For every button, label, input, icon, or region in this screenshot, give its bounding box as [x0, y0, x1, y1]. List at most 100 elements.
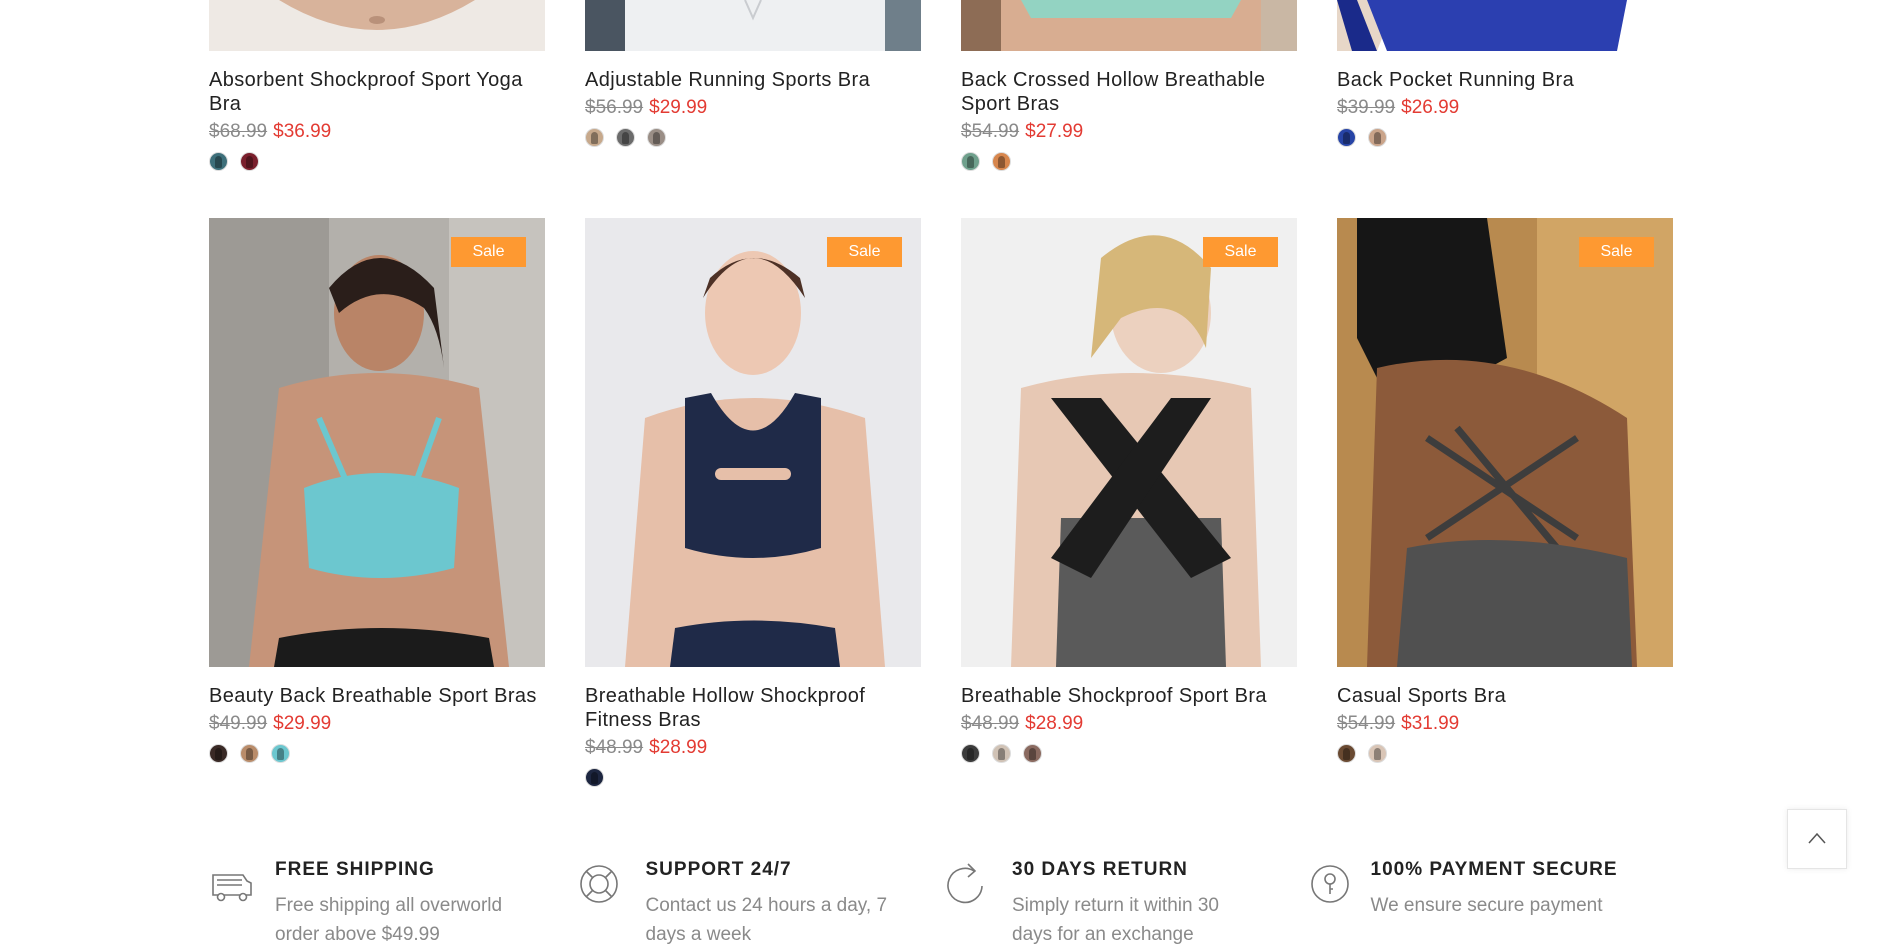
product-grid: Absorbent Shockproof Sport Yoga Bra $68.… [209, 0, 1675, 787]
feature-free-shipping: FREE SHIPPING Free shipping all overworl… [209, 853, 576, 945]
old-price: $48.99 [961, 713, 1020, 734]
price: $54.99 $27.99 [961, 120, 1297, 144]
color-swatch[interactable] [1023, 744, 1042, 763]
price: $68.99 $36.99 [209, 120, 545, 144]
sale-price: $28.99 [1025, 713, 1084, 734]
color-swatch[interactable] [992, 744, 1011, 763]
product-image[interactable]: Sale [961, 218, 1297, 667]
product-card[interactable]: Sale Casual Sports Bra $54.99 $31.99 [1337, 218, 1673, 787]
product-card[interactable]: Sale Breathable Hollow Shockproof Fitnes… [585, 218, 921, 787]
product-image[interactable]: Sale [585, 218, 921, 667]
color-swatch[interactable] [271, 744, 290, 763]
color-swatch[interactable] [585, 128, 604, 147]
lifebuoy-icon [579, 865, 618, 903]
sale-price: $27.99 [1025, 121, 1084, 142]
product-card[interactable]: Absorbent Shockproof Sport Yoga Bra $68.… [209, 0, 545, 171]
product-card[interactable]: Back Pocket Running Bra $39.99 $26.99 [1337, 0, 1673, 171]
product-title[interactable]: Casual Sports Bra [1337, 684, 1673, 708]
color-swatches [1337, 128, 1673, 147]
old-price: $48.99 [585, 737, 644, 758]
product-row-top: Absorbent Shockproof Sport Yoga Bra $68.… [209, 0, 1675, 171]
old-price: $49.99 [209, 713, 268, 734]
sale-price: $31.99 [1401, 713, 1460, 734]
sale-badge: Sale [451, 237, 526, 267]
color-swatch[interactable] [209, 152, 228, 171]
product-image[interactable]: Sale [1337, 218, 1673, 667]
sale-price: $29.99 [273, 713, 332, 734]
color-swatch[interactable] [992, 152, 1011, 171]
price: $49.99 $29.99 [209, 712, 545, 736]
color-swatch[interactable] [1368, 744, 1387, 763]
price: $39.99 $26.99 [1337, 96, 1673, 120]
color-swatch[interactable] [240, 744, 259, 763]
price: $48.99 $28.99 [961, 712, 1297, 736]
feature-title: FREE SHIPPING [275, 859, 435, 880]
sale-price: $28.99 [649, 737, 708, 758]
features-bar: FREE SHIPPING Free shipping all overworl… [209, 853, 1676, 945]
feature-payment: 100% PAYMENT SECURE We ensure secure pay… [1309, 853, 1676, 933]
color-swatch[interactable] [961, 152, 980, 171]
feature-support: SUPPORT 24/7 Contact us 24 hours a day, … [576, 853, 943, 945]
product-title[interactable]: Adjustable Running Sports Bra [585, 68, 921, 92]
sale-badge: Sale [827, 237, 902, 267]
price: $54.99 $31.99 [1337, 712, 1673, 736]
product-title[interactable]: Breathable Shockproof Sport Bra [961, 684, 1297, 708]
feature-description: Simply return it within 30 days for an e… [1012, 895, 1219, 945]
chevron-up-icon [1808, 832, 1826, 844]
product-card[interactable]: Adjustable Running Sports Bra $56.99 $29.… [585, 0, 921, 171]
color-swatch[interactable] [240, 152, 259, 171]
color-swatch[interactable] [209, 744, 228, 763]
color-swatch[interactable] [961, 744, 980, 763]
color-swatches [961, 744, 1297, 763]
product-image[interactable] [209, 0, 545, 51]
product-card[interactable]: Back Crossed Hollow Breathable Sport Bra… [961, 0, 1297, 171]
color-swatches [209, 152, 545, 171]
product-card[interactable]: Sale Breathable Shockproof Sport Bra $48… [961, 218, 1297, 787]
feature-description: Contact us 24 hours a day, 7 days a week [645, 895, 888, 945]
feature-description: Free shipping all overworld order above … [275, 895, 503, 945]
lock-icon [1310, 865, 1349, 903]
sale-price: $29.99 [649, 97, 708, 118]
feature-title: 30 DAYS RETURN [1012, 859, 1188, 880]
product-row: Sale Beauty Back Breathable Sport Bras $… [209, 218, 1673, 787]
color-swatch[interactable] [1337, 744, 1356, 763]
color-swatch[interactable] [647, 128, 666, 147]
color-swatches [585, 128, 921, 147]
product-card[interactable]: Sale Beauty Back Breathable Sport Bras $… [209, 218, 545, 787]
product-image[interactable] [1337, 0, 1673, 51]
feature-title: 100% PAYMENT SECURE [1370, 859, 1618, 880]
feature-description: We ensure secure payment [1370, 895, 1603, 916]
product-title[interactable]: Back Pocket Running Bra [1337, 68, 1673, 92]
color-swatch[interactable] [1337, 128, 1356, 147]
old-price: $56.99 [585, 97, 644, 118]
old-price: $39.99 [1337, 97, 1396, 118]
product-title[interactable]: Absorbent Shockproof Sport Yoga Bra [209, 68, 545, 116]
feature-return: 30 DAYS RETURN Simply return it within 3… [942, 853, 1309, 945]
feature-title: SUPPORT 24/7 [645, 859, 792, 880]
old-price: $54.99 [961, 121, 1020, 142]
color-swatch[interactable] [616, 128, 635, 147]
product-title[interactable]: Back Crossed Hollow Breathable Sport Bra… [961, 68, 1297, 116]
color-swatches [961, 152, 1297, 171]
color-swatch[interactable] [585, 768, 604, 787]
product-image[interactable]: Sale [209, 218, 545, 667]
old-price: $54.99 [1337, 713, 1396, 734]
sale-badge: Sale [1203, 237, 1278, 267]
product-title[interactable]: Beauty Back Breathable Sport Bras [209, 684, 545, 708]
price: $48.99 $28.99 [585, 736, 921, 760]
product-title[interactable]: Breathable Hollow Shockproof Fitness Bra… [585, 684, 921, 732]
color-swatch[interactable] [1368, 128, 1387, 147]
scroll-to-top-button[interactable] [1787, 809, 1847, 869]
sale-price: $36.99 [273, 121, 332, 142]
sale-badge: Sale [1579, 237, 1654, 267]
color-swatches [209, 744, 545, 763]
old-price: $68.99 [209, 121, 268, 142]
truck-icon [212, 874, 252, 902]
product-image[interactable] [961, 0, 1297, 51]
color-swatches [1337, 744, 1673, 763]
sale-price: $26.99 [1401, 97, 1460, 118]
refresh-icon [947, 863, 983, 904]
price: $56.99 $29.99 [585, 96, 921, 120]
product-image[interactable] [585, 0, 921, 51]
color-swatches [585, 768, 921, 787]
